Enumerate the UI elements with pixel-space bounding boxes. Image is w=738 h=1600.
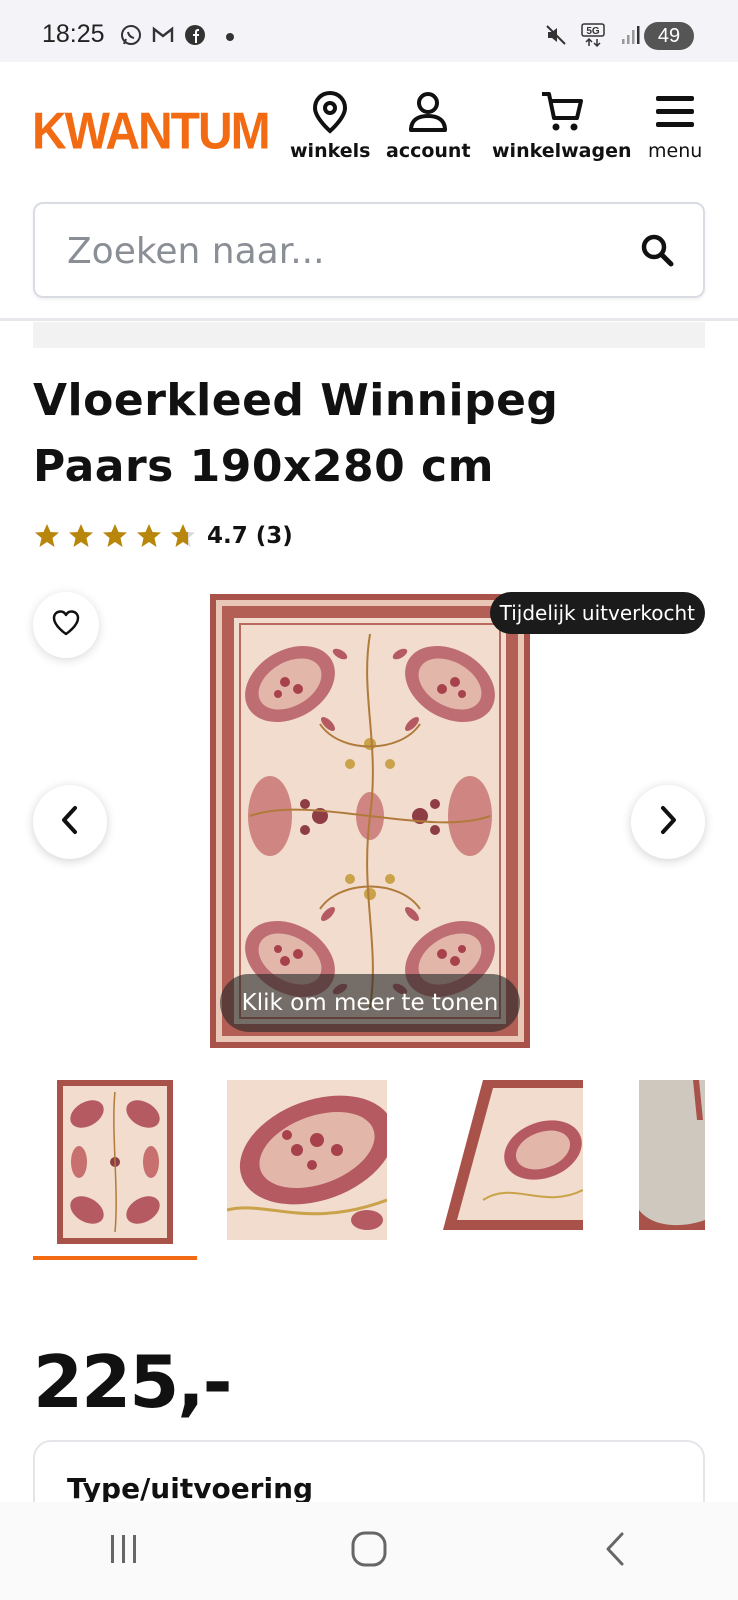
thumbnail-selected-indicator bbox=[33, 1256, 197, 1260]
signal-icon bbox=[618, 23, 642, 51]
review-count: (3) bbox=[255, 523, 293, 549]
type-variant-label: Type/uitvoering bbox=[67, 1472, 314, 1505]
gmail-icon bbox=[150, 22, 176, 48]
show-more-button[interactable]: Klik om meer te tonen bbox=[220, 974, 520, 1032]
thumbnail-1[interactable] bbox=[33, 1080, 197, 1260]
rating-value: 4.7 bbox=[207, 523, 248, 549]
svg-text:5G: 5G bbox=[586, 26, 600, 37]
chevron-right-icon bbox=[654, 804, 682, 840]
star-icon bbox=[35, 524, 59, 547]
kwantum-logo[interactable]: KWANTUM bbox=[32, 102, 271, 161]
sold-out-badge: Tijdelijk uitverkocht bbox=[489, 592, 705, 634]
recent-apps-icon bbox=[105, 1531, 141, 1571]
thumbnail-2-image bbox=[227, 1080, 387, 1240]
user-icon bbox=[408, 90, 448, 134]
whatsapp-icon bbox=[118, 22, 144, 48]
notification-dot bbox=[226, 33, 234, 41]
back-icon bbox=[600, 1530, 630, 1572]
nav-menu-label: menu bbox=[648, 140, 703, 162]
product-price: 225,- bbox=[33, 1340, 233, 1424]
battery-indicator: 49 bbox=[644, 22, 694, 50]
product-title: Vloerkleed Winnipeg Paars 190x280 cm bbox=[33, 375, 559, 492]
nav-account[interactable]: account bbox=[386, 90, 471, 162]
home-icon bbox=[350, 1530, 388, 1572]
search-icon bbox=[639, 232, 675, 272]
star-icon bbox=[103, 524, 127, 547]
thumbnail-3-image bbox=[443, 1080, 583, 1230]
search-button[interactable] bbox=[637, 232, 677, 272]
gallery-next-button[interactable] bbox=[631, 785, 705, 859]
status-bar: 18:25 5G 49 bbox=[0, 0, 738, 62]
wishlist-button[interactable] bbox=[33, 592, 99, 658]
star-icon bbox=[69, 524, 93, 547]
gallery-prev-button[interactable] bbox=[33, 785, 107, 859]
notification-icons bbox=[118, 22, 208, 48]
thumbnail-strip bbox=[33, 1080, 705, 1260]
header-divider bbox=[0, 318, 738, 321]
thumbnail-4-image bbox=[639, 1080, 705, 1230]
star-icon bbox=[137, 524, 161, 547]
product-rating[interactable]: 4.7 (3) bbox=[33, 522, 293, 550]
system-icons: 5G bbox=[544, 22, 642, 52]
5g-icon: 5G bbox=[580, 22, 606, 52]
nav-winkelwagen[interactable]: winkelwagen bbox=[492, 90, 632, 162]
system-navigation-bar bbox=[0, 1502, 738, 1600]
rating-score: 4.7 (3) bbox=[207, 523, 293, 549]
status-time: 18:25 bbox=[42, 20, 105, 48]
heart-icon bbox=[51, 609, 81, 641]
back-button[interactable] bbox=[575, 1521, 655, 1581]
chevron-left-icon bbox=[56, 804, 84, 840]
search-input[interactable] bbox=[67, 226, 627, 276]
thumbnail-4[interactable] bbox=[633, 1080, 705, 1260]
location-pin-icon bbox=[310, 90, 350, 134]
recent-apps-button[interactable] bbox=[83, 1521, 163, 1581]
mute-icon bbox=[544, 23, 568, 51]
search-bar bbox=[33, 202, 705, 298]
thumbnail-3[interactable] bbox=[443, 1080, 583, 1260]
site-header: KWANTUM winkels account winkelwagen menu bbox=[0, 62, 738, 182]
breadcrumb-placeholder bbox=[33, 322, 705, 348]
nav-winkels[interactable]: winkels bbox=[290, 90, 370, 162]
rating-stars bbox=[33, 522, 197, 550]
nav-menu[interactable]: menu bbox=[648, 90, 702, 162]
thumbnail-1-image bbox=[57, 1080, 173, 1244]
nav-winkelwagen-label: winkelwagen bbox=[492, 140, 632, 162]
thumbnail-2[interactable] bbox=[227, 1080, 387, 1260]
hamburger-icon bbox=[654, 90, 696, 134]
star-icon bbox=[171, 524, 195, 547]
facebook-icon bbox=[182, 22, 208, 48]
home-button[interactable] bbox=[329, 1521, 409, 1581]
nav-account-label: account bbox=[386, 140, 471, 162]
cart-icon bbox=[539, 90, 585, 134]
nav-winkels-label: winkels bbox=[290, 140, 371, 162]
